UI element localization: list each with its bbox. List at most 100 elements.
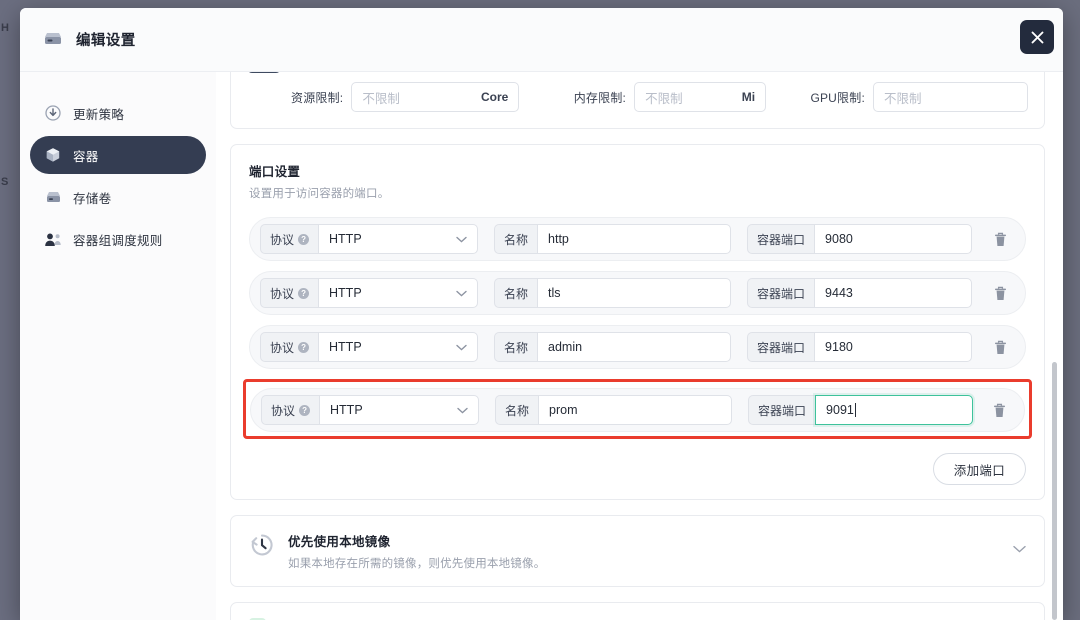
protocol-select[interactable]: HTTP xyxy=(318,278,479,308)
chevron-down-icon xyxy=(456,232,467,246)
settings-content: CPU 资源预留: 不预留 Core 资源限制: xyxy=(216,72,1063,620)
name-input[interactable]: http xyxy=(537,224,732,254)
name-group: 名称 http xyxy=(494,224,732,254)
background-text-2: S xyxy=(1,176,9,188)
close-button[interactable] xyxy=(1020,20,1054,54)
trash-icon[interactable] xyxy=(994,232,1007,247)
container-port-group: 容器端口 9180 xyxy=(747,332,973,362)
protocol-select[interactable]: HTTP xyxy=(319,395,480,425)
add-port-row: 添加端口 xyxy=(249,453,1026,485)
modal-header: 编辑设置 xyxy=(20,8,1063,72)
name-group: 名称 prom xyxy=(495,395,733,425)
resources-card: CPU 资源预留: 不预留 Core 资源限制: xyxy=(230,72,1045,129)
close-icon xyxy=(1031,31,1043,43)
gpu-limit-placeholder: 不限制 xyxy=(883,91,922,106)
container-port-label: 容器端口 xyxy=(748,395,816,425)
chevron-down-icon[interactable] xyxy=(1013,540,1026,558)
protocol-label-text: 协议 xyxy=(270,340,295,355)
name-value: http xyxy=(548,232,569,246)
table-row: 协议 ? HTTP 名称 xyxy=(249,217,1026,261)
question-mark-icon[interactable]: ? xyxy=(298,287,310,299)
protocol-select[interactable]: HTTP xyxy=(318,224,479,254)
local-image-section[interactable]: 优先使用本地镜像 如果本地存在所需的镜像，则优先使用本地镜像。 xyxy=(231,516,1044,586)
name-input[interactable]: tls xyxy=(537,278,732,308)
cpu-limit-input[interactable]: 不限制 Core xyxy=(351,82,520,112)
scrollbar-thumb[interactable] xyxy=(1052,362,1057,620)
protocol-select[interactable]: HTTP xyxy=(318,332,479,362)
container-port-group: 容器端口 9080 xyxy=(747,224,973,254)
protocol-label: 协议 ? xyxy=(260,224,319,254)
gpu-limit-label: GPU限制: xyxy=(810,90,865,105)
memory-limit-unit: Mi xyxy=(741,90,756,104)
cpu-icon: CPU xyxy=(247,72,281,73)
protocol-label-text: 协议 xyxy=(270,286,295,301)
local-image-text: 优先使用本地镜像 如果本地存在所需的镜像，则优先使用本地镜像。 xyxy=(288,531,1000,571)
protocol-value: HTTP xyxy=(330,403,363,417)
container-port-value: 9091 xyxy=(826,403,854,417)
history-clock-icon xyxy=(249,532,275,558)
sidebar-item-update-policy[interactable]: 更新策略 xyxy=(30,94,206,132)
gpu-limit-row: GPU限制: 不限制 xyxy=(810,82,1028,112)
name-label: 名称 xyxy=(495,395,539,425)
question-mark-icon[interactable]: ? xyxy=(299,404,311,416)
container-port-label: 容器端口 xyxy=(747,224,815,254)
protocol-group: 协议 ? HTTP xyxy=(260,224,479,254)
sidebar-item-label: 容器组调度规则 xyxy=(73,233,163,248)
protocol-value: HTTP xyxy=(329,286,362,300)
add-port-button[interactable]: 添加端口 xyxy=(932,453,1026,485)
question-mark-icon[interactable]: ? xyxy=(298,233,310,245)
health-check-card: 健康检查 添加探针以定时检查容器健康状态。 xyxy=(230,602,1045,620)
pod-scheduling-icon xyxy=(44,230,62,248)
trash-icon[interactable] xyxy=(994,340,1007,355)
local-image-card: 优先使用本地镜像 如果本地存在所需的镜像，则优先使用本地镜像。 xyxy=(230,515,1045,587)
container-port-label: 容器端口 xyxy=(747,278,815,308)
container-port-input[interactable]: 9091 xyxy=(815,395,974,425)
highlight-annotation-box: 协议 ? HTTP 名称 prom 容器端口 9091 xyxy=(243,379,1032,439)
trash-icon[interactable] xyxy=(994,286,1007,301)
name-group: 名称 tls xyxy=(494,278,732,308)
cpu-limit-placeholder: 不限制 xyxy=(362,91,400,106)
name-input[interactable]: admin xyxy=(537,332,732,362)
container-port-input[interactable]: 9080 xyxy=(814,224,973,254)
protocol-group: 协议 ? HTTP xyxy=(261,395,480,425)
cpu-limit-label: 资源限制: xyxy=(291,90,344,105)
container-port-input[interactable]: 9180 xyxy=(814,332,973,362)
memory-limit-label: 内存限制: xyxy=(573,90,627,105)
port-settings-card: 端口设置 设置用于访问容器的端口。 协议 ? HTTP 名称 http 容器端口… xyxy=(230,144,1045,500)
table-row: 协议 ? HTTP 名称 xyxy=(249,325,1026,369)
background-page-strip: H S xyxy=(0,0,20,620)
container-port-input[interactable]: 9443 xyxy=(814,278,973,308)
gpu-limit-input[interactable]: 不限制 xyxy=(872,82,1028,112)
trash-icon[interactable] xyxy=(993,403,1006,418)
memory-limit-placeholder: 不限制 xyxy=(645,91,683,106)
text-cursor xyxy=(854,403,856,417)
chevron-down-icon xyxy=(457,403,468,417)
chevron-down-icon xyxy=(456,286,467,300)
protocol-label: 协议 ? xyxy=(260,332,319,362)
sidebar: 更新策略 容器 存储卷 容器组调度规则 xyxy=(20,72,216,620)
sidebar-item-pod-scheduling[interactable]: 容器组调度规则 xyxy=(30,220,206,258)
sidebar-item-storage-volume[interactable]: 存储卷 xyxy=(30,178,206,216)
protocol-label-text: 协议 xyxy=(271,403,296,418)
container-port-label: 容器端口 xyxy=(747,332,815,362)
page-title: 编辑设置 xyxy=(76,33,136,49)
container-port-value: 9080 xyxy=(825,232,853,246)
name-label: 名称 xyxy=(494,278,538,308)
storage-volume-icon xyxy=(44,188,62,206)
sidebar-item-container[interactable]: 容器 xyxy=(30,136,206,174)
name-input[interactable]: prom xyxy=(538,395,733,425)
scrollbar-track[interactable] xyxy=(1052,72,1060,620)
port-list: 协议 ? HTTP 名称 http 容器端口 9080 协议 ? HTTP 名称… xyxy=(243,217,1032,439)
gpu-resource-group: GPU类型: nvidia.com/gpu GPU限制: 不 xyxy=(768,72,1028,112)
name-value: admin xyxy=(548,340,583,354)
modal-body: 更新策略 容器 存储卷 容器组调度规则 资源限制: 不限制 Core 内存限制:… xyxy=(20,72,1063,620)
chevron-down-icon xyxy=(456,340,467,354)
sidebar-item-label: 容器 xyxy=(73,149,99,164)
container-port-value: 9443 xyxy=(825,286,853,300)
memory-limit-input[interactable]: 不限制 Mi xyxy=(634,82,767,112)
protocol-label: 协议 ? xyxy=(260,278,319,308)
question-mark-icon[interactable]: ? xyxy=(298,341,310,353)
container-icon xyxy=(44,146,62,164)
cpu-limit-row: 资源限制: 不限制 Core xyxy=(291,82,520,112)
table-row: 协议 ? HTTP 名称 prom 容器端口 9091 xyxy=(250,388,1025,432)
